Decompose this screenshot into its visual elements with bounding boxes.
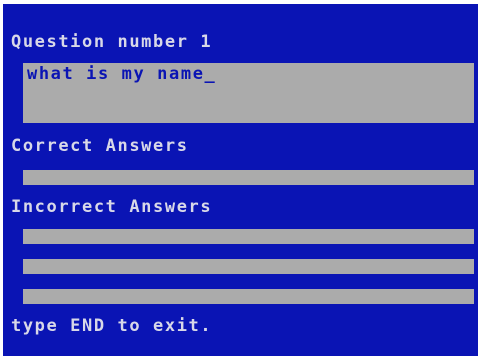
incorrect-answers-heading: Incorrect Answers xyxy=(11,197,213,217)
retro-terminal-screen: Question number 1 what is my name_ Corre… xyxy=(3,4,478,356)
exit-instruction: type END to exit. xyxy=(11,316,213,336)
question-input-value: what is my name_ xyxy=(27,64,217,84)
question-input[interactable]: what is my name_ xyxy=(23,63,474,123)
question-heading: Question number 1 xyxy=(11,32,213,52)
incorrect-answer-field-3[interactable] xyxy=(23,289,474,304)
correct-answer-field-1[interactable] xyxy=(23,170,474,185)
incorrect-answer-field-2[interactable] xyxy=(23,259,474,274)
incorrect-answer-field-1[interactable] xyxy=(23,229,474,244)
correct-answers-heading: Correct Answers xyxy=(11,136,189,156)
